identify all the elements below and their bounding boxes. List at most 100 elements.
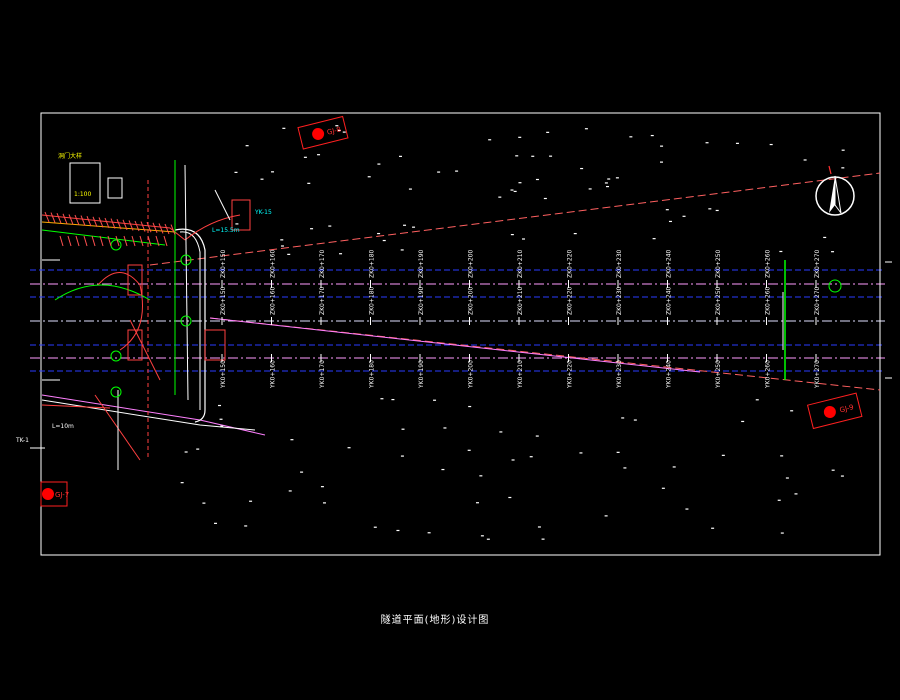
hatch-stroke bbox=[107, 235, 112, 247]
terrain-point bbox=[433, 399, 437, 401]
terrain-point bbox=[220, 425, 224, 427]
terrain-point bbox=[373, 526, 377, 528]
terrain-point bbox=[180, 482, 184, 484]
terrain-point bbox=[616, 451, 620, 453]
terrain-point bbox=[234, 171, 238, 173]
terrain-point bbox=[249, 500, 253, 502]
terrain-point bbox=[320, 486, 324, 488]
terrain-point bbox=[580, 167, 584, 170]
terrain-point bbox=[779, 250, 783, 253]
hatch-stroke bbox=[164, 223, 170, 235]
terrain-point bbox=[755, 399, 759, 401]
station-label-bottom: YK0+270 bbox=[814, 360, 821, 389]
portal-box-note: 洞门大样 bbox=[58, 152, 82, 160]
terrain-point bbox=[741, 420, 745, 423]
boundary-lines bbox=[149, 172, 881, 391]
station-label-bottom: YK0+190 bbox=[418, 360, 425, 389]
terrain-point bbox=[604, 515, 608, 517]
station-label-top: ZK0+240 bbox=[666, 249, 673, 278]
tk-note: TK-1 bbox=[15, 437, 29, 444]
hatch-stroke bbox=[83, 235, 88, 247]
terrain-point bbox=[831, 251, 835, 253]
terrain-point bbox=[310, 228, 314, 230]
station-label-top: ZK0+210 bbox=[517, 249, 524, 278]
terrain-point bbox=[235, 223, 239, 225]
terrain-point bbox=[475, 502, 479, 504]
terrain-point bbox=[280, 245, 284, 247]
terrain-point bbox=[607, 178, 611, 180]
station-label-top: ZK0+270 bbox=[814, 249, 821, 278]
terrain-point bbox=[629, 136, 633, 138]
terrain-point bbox=[513, 190, 517, 193]
terrain-point bbox=[615, 177, 619, 179]
terrain-point bbox=[486, 538, 490, 540]
terrain-point bbox=[685, 508, 689, 510]
terrain-point bbox=[290, 439, 294, 441]
terrain-point bbox=[665, 209, 669, 211]
terrain-point bbox=[780, 455, 784, 457]
survey-marker-gj7: GJ-7 bbox=[40, 481, 69, 507]
terrain-point bbox=[518, 182, 522, 184]
hatch-stroke bbox=[152, 222, 158, 233]
terrain-point bbox=[531, 155, 535, 157]
station-label-top: ZK0+220 bbox=[567, 249, 574, 278]
station-label-top: ZK0+170 bbox=[319, 249, 326, 278]
station-labels-top: ZK0+150 ZK0+150 ZK0+160 ZK0+160 ZK0+170 ZK0+1… bbox=[220, 249, 821, 315]
station-label-bottom: YK0+210 bbox=[517, 360, 524, 389]
terrain-point bbox=[659, 161, 663, 163]
hatch-stroke bbox=[92, 216, 98, 227]
tunnel-end bbox=[782, 260, 892, 380]
hatch-stroke bbox=[59, 235, 64, 247]
terrain-point bbox=[303, 156, 307, 158]
terrain-point bbox=[400, 249, 404, 251]
terrain-point bbox=[400, 455, 404, 457]
terrain-point bbox=[621, 417, 625, 419]
terrain-point bbox=[408, 188, 412, 190]
terrain-point bbox=[467, 449, 471, 451]
terrain-point bbox=[735, 142, 739, 144]
hatch-stroke bbox=[56, 213, 62, 224]
terrain-point bbox=[777, 499, 781, 501]
terrain-point bbox=[794, 493, 798, 495]
terrain-point bbox=[196, 448, 200, 450]
terrain-point bbox=[339, 253, 343, 255]
terrain-point bbox=[328, 225, 332, 227]
station-label-bottom: YK0+170 bbox=[319, 360, 326, 389]
terrain-point bbox=[317, 154, 321, 156]
terrain-point bbox=[711, 527, 715, 529]
terrain-point bbox=[468, 405, 472, 408]
terrain-point bbox=[518, 136, 522, 138]
station-label-mid: ZK0+180 bbox=[369, 286, 376, 315]
terrain-point bbox=[508, 496, 512, 499]
terrain-point bbox=[396, 529, 400, 532]
station-label-bottom: YK0+150 bbox=[220, 360, 227, 389]
terrain-point bbox=[398, 155, 402, 157]
terrain-point bbox=[184, 451, 188, 453]
centerlines bbox=[30, 283, 885, 359]
terrain-point bbox=[541, 538, 545, 540]
station-label-mid: ZK0+170 bbox=[319, 286, 326, 315]
terrain-point bbox=[840, 475, 844, 477]
portal-hatching bbox=[44, 211, 176, 247]
terrain-point bbox=[661, 487, 665, 489]
station-label-mid: ZK0+220 bbox=[567, 286, 574, 315]
terrain-point bbox=[605, 185, 609, 188]
terrain-point bbox=[377, 163, 381, 165]
terrain-point bbox=[705, 142, 709, 144]
hatch-stroke bbox=[86, 216, 92, 227]
hatch-stroke bbox=[75, 235, 80, 247]
station-label-top: ZK0+160 bbox=[270, 249, 277, 278]
hatch-stroke bbox=[80, 215, 86, 226]
terrain-point bbox=[633, 419, 637, 421]
hatch-stroke bbox=[62, 213, 68, 224]
portal-scale-note: 1:100 bbox=[74, 191, 91, 198]
terrain-point bbox=[499, 431, 503, 433]
drawing-title: 隧道平面(地形)设计图 bbox=[380, 615, 490, 626]
station-label-top: ZK0+150 bbox=[220, 249, 227, 278]
terrain-point bbox=[245, 145, 249, 147]
design-length-note: L=15.5m bbox=[212, 227, 240, 234]
terrain-point bbox=[823, 236, 827, 239]
terrain-point bbox=[214, 522, 218, 524]
hatch-stroke bbox=[91, 235, 96, 247]
terrain-point bbox=[347, 447, 351, 449]
